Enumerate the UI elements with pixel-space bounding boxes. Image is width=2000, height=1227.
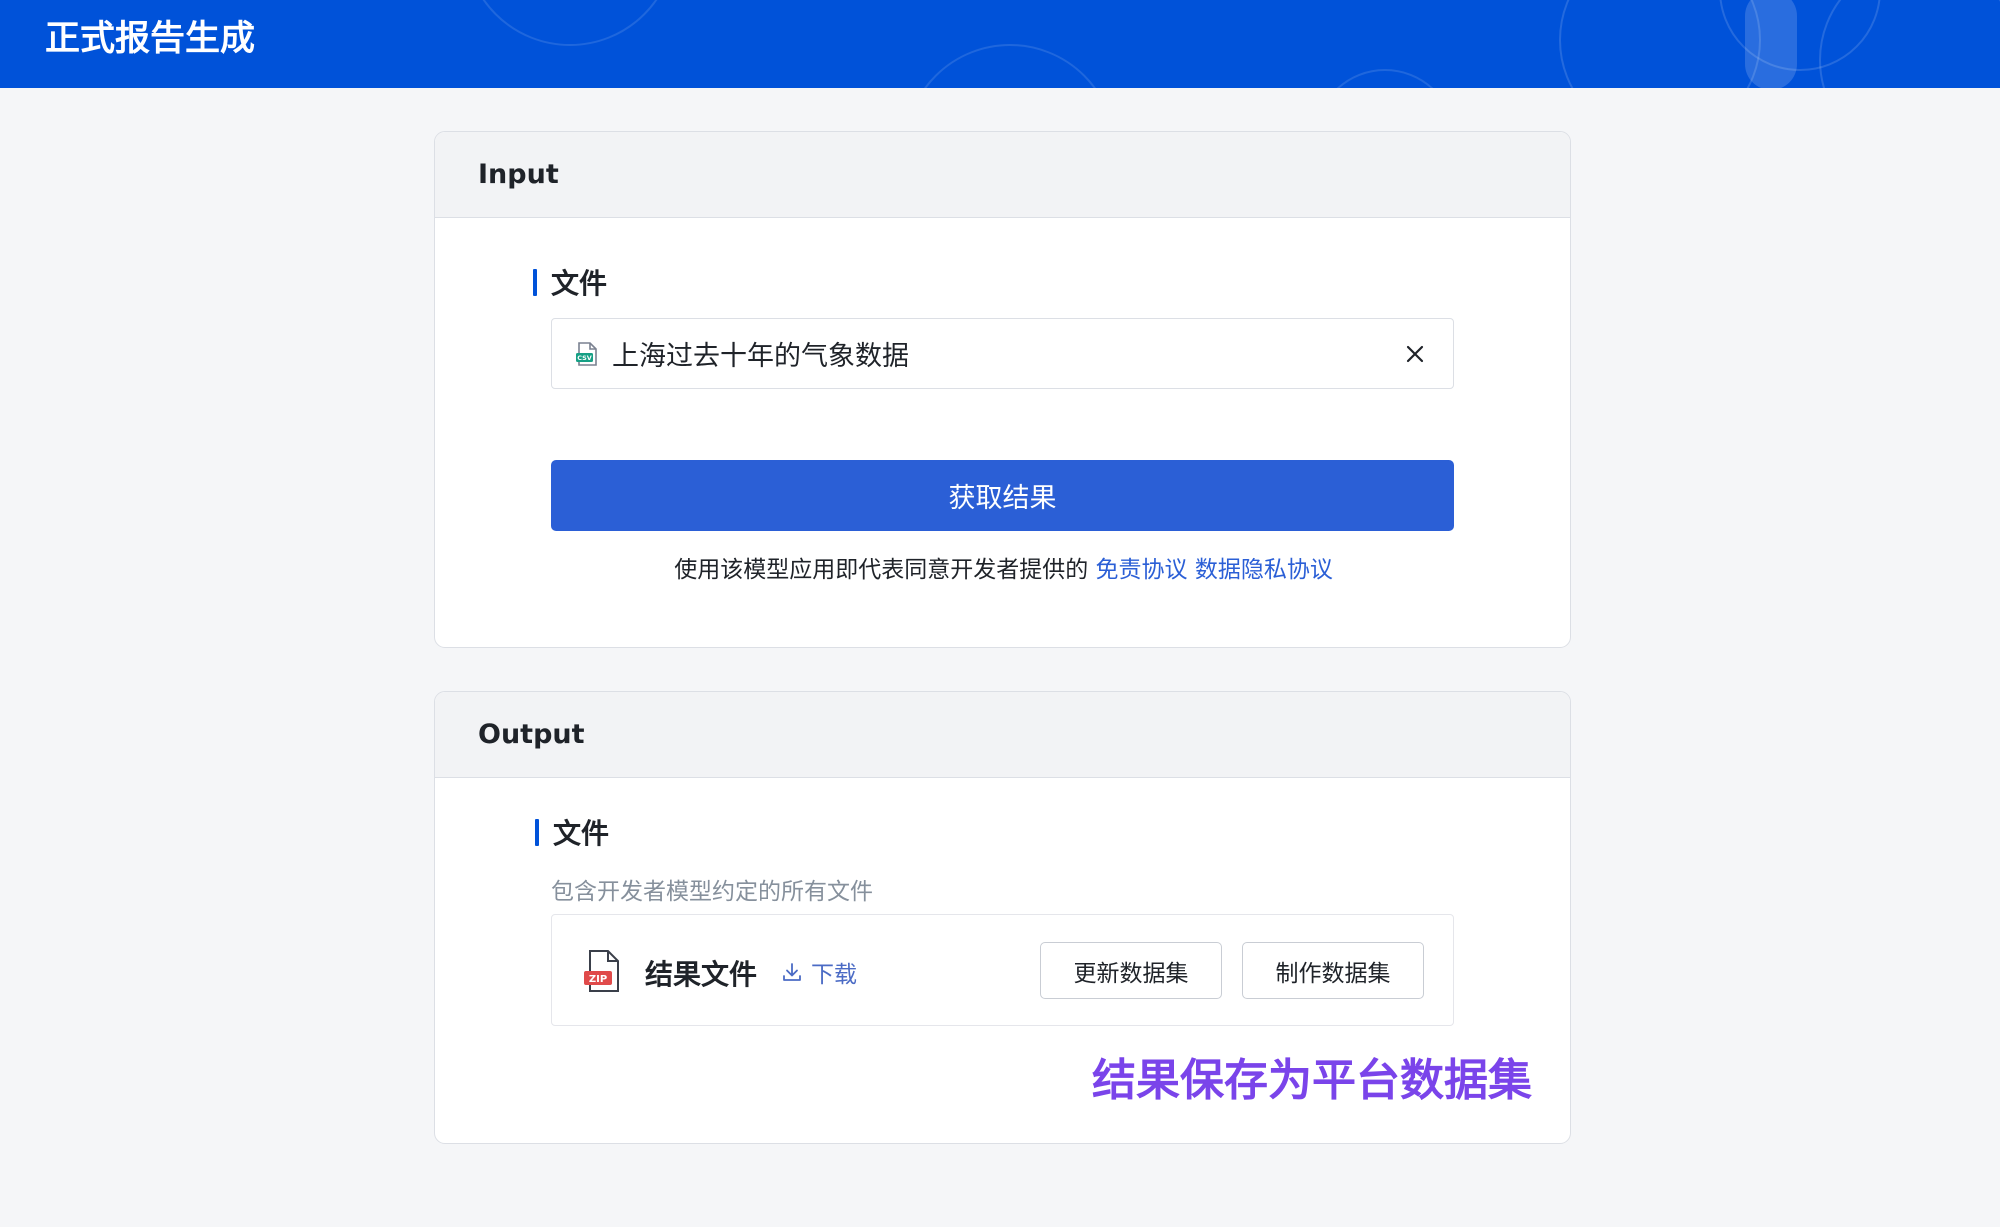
output-panel: Output 文件 包含开发者模型约定的所有文件 ZIP 结果文件 下载 更新数… xyxy=(434,691,1571,1144)
svg-text:CSV: CSV xyxy=(577,354,592,362)
output-description: 包含开发者模型约定的所有文件 xyxy=(551,879,873,905)
zip-file-icon: ZIP xyxy=(584,950,619,992)
app-title: 正式报告生成 xyxy=(45,19,256,59)
input-file-label-text: 文件 xyxy=(551,267,608,300)
output-file-field-label: 文件 xyxy=(535,812,609,852)
input-panel: Input 文件 CSV 上海过去十年的气象数据 获取结果 使用该模型应用即代表… xyxy=(434,131,1571,648)
agreement-prefix: 使用该模型应用即代表同意开发者提供的 xyxy=(674,557,1089,583)
privacy-link[interactable]: 数据隐私协议 xyxy=(1195,557,1333,583)
label-accent-bar xyxy=(535,818,539,846)
csv-file-icon: CSV xyxy=(576,341,597,366)
download-label: 下载 xyxy=(811,962,857,988)
output-panel-heading: Output xyxy=(435,692,1570,778)
input-panel-heading: Input xyxy=(435,132,1570,218)
input-file-field-label: 文件 xyxy=(533,262,607,302)
clear-file-button[interactable] xyxy=(1385,324,1445,384)
label-accent-bar xyxy=(533,268,537,296)
download-link[interactable]: 下载 xyxy=(781,955,857,989)
update-dataset-button[interactable]: 更新数据集 xyxy=(1040,942,1222,999)
header-decoration xyxy=(482,0,2000,88)
agreement-text: 使用该模型应用即代表同意开发者提供的 免责协议 数据隐私协议 xyxy=(435,550,1570,584)
close-icon xyxy=(1406,345,1424,362)
result-file-name: 结果文件 xyxy=(645,958,758,991)
result-file-card: ZIP 结果文件 下载 更新数据集 制作数据集 xyxy=(551,914,1454,1026)
selected-file-name: 上海过去十年的气象数据 xyxy=(612,341,909,372)
create-dataset-button[interactable]: 制作数据集 xyxy=(1242,942,1424,999)
download-icon xyxy=(783,963,801,981)
disclaimer-link[interactable]: 免责协议 xyxy=(1096,557,1188,583)
svg-text:ZIP: ZIP xyxy=(589,974,607,985)
output-file-label-text: 文件 xyxy=(553,817,610,850)
save-as-dataset-annotation: 结果保存为平台数据集 xyxy=(1092,1055,1532,1106)
file-input[interactable]: CSV 上海过去十年的气象数据 xyxy=(551,318,1454,389)
get-result-button[interactable]: 获取结果 xyxy=(551,460,1454,531)
header-bar: 正式报告生成 xyxy=(0,0,2000,88)
